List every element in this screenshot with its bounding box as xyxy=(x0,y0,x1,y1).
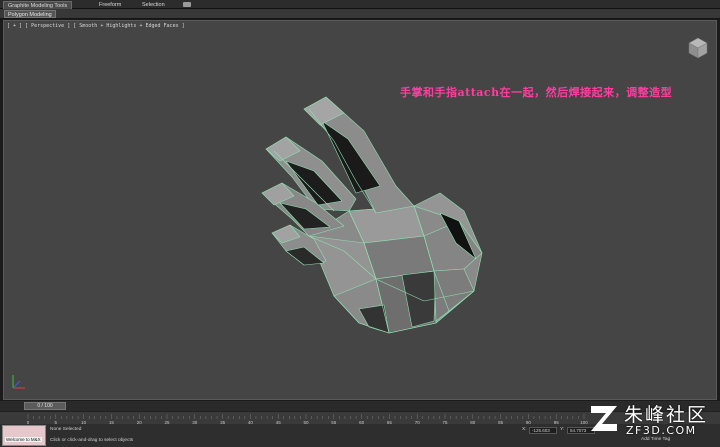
x-coordinate-field[interactable]: -125.603 xyxy=(529,427,557,434)
watermark: 朱峰社区 ZF3D.COM xyxy=(588,400,720,444)
watermark-subtitle: ZF3D.COM xyxy=(626,424,697,437)
zf-logo-icon xyxy=(591,406,617,431)
axis-tripod-icon xyxy=(12,375,25,389)
ribbon-tab-bar: Graphite Modeling Tools Freeform Selecti… xyxy=(0,0,720,9)
maxscript-listener[interactable]: Welcome to M&X xyxy=(2,425,46,446)
watermark-title: 朱峰社区 xyxy=(624,404,709,426)
tab-graphite-modeling-tools[interactable]: Graphite Modeling Tools xyxy=(3,1,73,9)
y-label: Y: xyxy=(560,427,565,432)
hand-mesh-model[interactable] xyxy=(4,21,717,400)
tab-freeform[interactable]: Freeform xyxy=(95,1,125,9)
time-slider-handle[interactable]: 0 / 100 xyxy=(24,402,66,410)
polygon-modeling-button[interactable]: Polygon Modeling xyxy=(4,10,56,18)
annotation-text: 手掌和手指attach在一起，然后焊接起来，调整造型 xyxy=(400,86,673,99)
viewcube-icon[interactable] xyxy=(687,37,709,59)
perspective-viewport[interactable]: [ + ] [ Perspective ] [ Smooth + Highlig… xyxy=(3,20,717,400)
ribbon-panel: Polygon Modeling xyxy=(0,9,720,19)
ribbon-toggle-icon[interactable] xyxy=(183,2,191,7)
listener-label: Welcome to M&X xyxy=(5,437,42,442)
selection-status: None Selected xyxy=(50,427,82,432)
x-label: X: xyxy=(522,427,527,432)
prompt-line: Click or click-and-drag to select object… xyxy=(50,438,134,443)
tab-selection[interactable]: Selection xyxy=(138,1,169,9)
